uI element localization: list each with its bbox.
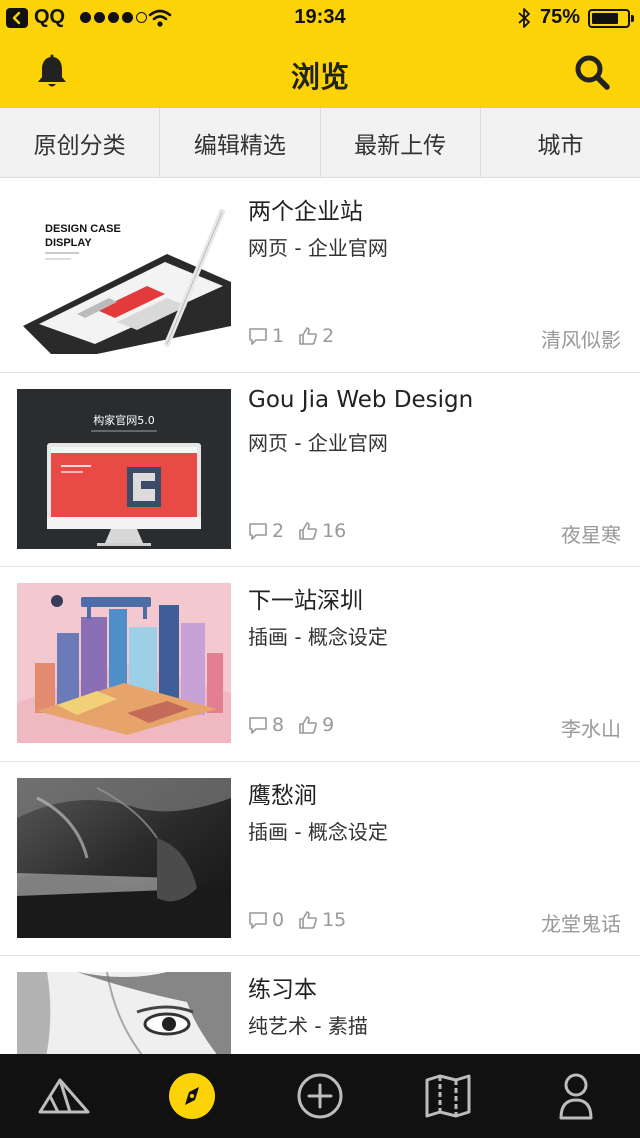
thumbnail-image[interactable]: DESIGN CASE DISPLAY	[17, 194, 231, 354]
comment-icon	[249, 717, 267, 734]
feed-list: DESIGN CASE DISPLAY 两个企业站 网页 - 企业官网 1 2 …	[0, 178, 640, 1054]
thumbnail-image[interactable]: 构家官网5.0	[17, 388, 231, 549]
list-item[interactable]: 鹰愁涧 插画 - 概念设定 0 15 龙堂鬼话	[0, 761, 640, 956]
search-icon[interactable]	[572, 52, 612, 92]
bluetooth-icon	[518, 8, 530, 28]
item-author[interactable]: 龙堂鬼话	[541, 908, 621, 937]
like-count: 9	[322, 714, 335, 736]
thumbs-up-icon	[299, 521, 318, 540]
thumb-heading-line2: DISPLAY	[45, 237, 92, 249]
comment-stat[interactable]: 0	[248, 909, 284, 931]
comment-stat[interactable]: 1	[248, 325, 284, 347]
thumbs-up-icon	[299, 327, 318, 345]
list-item[interactable]: 练习本 纯艺术 - 素描	[0, 956, 640, 1054]
thumb-heading: 构家官网5.0	[93, 413, 155, 427]
list-item[interactable]: DESIGN CASE DISPLAY 两个企业站 网页 - 企业官网 1 2 …	[0, 178, 640, 373]
item-title[interactable]: 练习本	[248, 970, 317, 1004]
like-stat[interactable]: 15	[298, 909, 346, 931]
item-author[interactable]: 夜星寒	[561, 519, 621, 548]
like-count: 15	[322, 908, 347, 931]
comment-icon	[249, 522, 267, 540]
item-title[interactable]: 下一站深圳	[248, 581, 363, 615]
page-title: 浏览	[290, 60, 349, 94]
tab-original-category[interactable]: 原创分类	[0, 108, 161, 178]
like-stat[interactable]: 16	[298, 520, 346, 542]
item-author[interactable]: 清风似影	[541, 324, 621, 353]
comment-count: 8	[272, 714, 285, 736]
tab-city[interactable]: 城市	[481, 108, 640, 178]
item-author[interactable]: 李水山	[561, 713, 621, 742]
list-item[interactable]: 下一站深圳 插画 - 概念设定 8 9 李水山	[0, 567, 640, 762]
comment-count: 2	[272, 519, 285, 542]
item-category: 纯艺术 - 素描	[248, 1014, 368, 1038]
list-item[interactable]: 构家官网5.0 Gou Jia Web Design 网页 - 企业官网 2 1…	[0, 372, 640, 567]
top-bar: QQ 19:34 75% 浏览	[0, 0, 640, 108]
item-title[interactable]: 鹰愁涧	[248, 776, 317, 810]
bottom-tab-bar	[0, 1054, 640, 1138]
profile-icon	[559, 1073, 593, 1120]
discover-mountain-icon	[38, 1078, 90, 1114]
tab-map[interactable]	[384, 1054, 512, 1138]
add-circle-icon	[297, 1073, 343, 1119]
tab-editors-picks[interactable]: 编辑精选	[160, 108, 321, 178]
battery-percent: 75%	[540, 6, 581, 28]
like-count: 16	[322, 519, 347, 542]
comment-count: 1	[272, 325, 285, 347]
battery-fill	[592, 13, 618, 24]
compass-icon	[169, 1073, 215, 1119]
thumbnail-image[interactable]	[17, 583, 231, 743]
like-stat[interactable]: 2	[298, 325, 334, 347]
thumbnail-image[interactable]	[17, 972, 231, 1054]
map-icon	[425, 1074, 471, 1118]
item-title[interactable]: Gou Jia Web Design	[248, 387, 473, 413]
comment-stat[interactable]: 8	[248, 714, 284, 736]
comment-stat[interactable]: 2	[248, 520, 284, 542]
item-stats: 0 15	[248, 908, 360, 932]
item-category: 插画 - 概念设定	[248, 819, 388, 844]
thumbs-up-icon	[299, 716, 318, 734]
item-stats: 2 16	[248, 519, 360, 543]
comment-icon	[249, 911, 267, 929]
comment-count: 0	[272, 908, 285, 931]
comment-icon	[249, 328, 267, 345]
item-stats: 8 9	[248, 713, 348, 737]
status-bar: QQ 19:34 75%	[0, 0, 640, 36]
item-category: 插画 - 概念设定	[248, 625, 388, 649]
tab-discover[interactable]	[0, 1054, 128, 1138]
like-stat[interactable]: 9	[298, 714, 334, 736]
item-category: 网页 - 企业官网	[248, 236, 388, 260]
tab-create[interactable]	[256, 1054, 384, 1138]
nav-bar: 浏览	[0, 36, 640, 108]
thumbs-up-icon	[299, 910, 318, 929]
thumbnail-image[interactable]	[17, 777, 231, 938]
item-title[interactable]: 两个企业站	[248, 192, 363, 226]
thumb-heading-line1: DESIGN CASE	[45, 223, 121, 235]
category-tabs: 原创分类 编辑精选 最新上传 城市	[0, 108, 640, 178]
tab-profile[interactable]	[512, 1054, 640, 1138]
tab-latest-upload[interactable]: 最新上传	[321, 108, 481, 178]
tab-browse[interactable]	[128, 1054, 256, 1138]
item-stats: 1 2	[248, 324, 348, 348]
item-category: 网页 - 企业官网	[248, 430, 388, 455]
like-count: 2	[322, 325, 335, 347]
battery-icon	[588, 9, 634, 28]
